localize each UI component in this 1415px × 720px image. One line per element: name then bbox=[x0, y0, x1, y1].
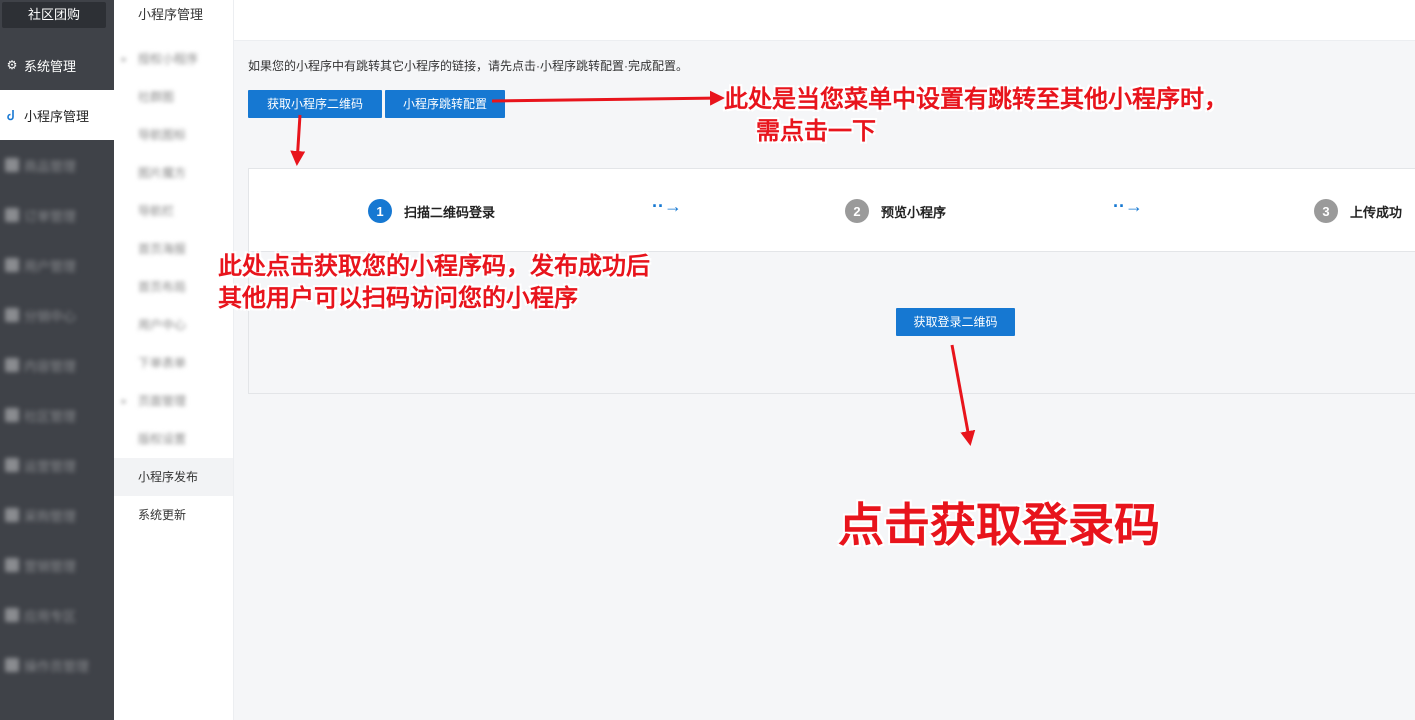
menu-icon bbox=[5, 358, 19, 372]
gear-icon: ⚙ bbox=[6, 58, 18, 72]
step-number: 3 bbox=[1314, 199, 1338, 223]
subnav-item[interactable]: 社群图 bbox=[114, 78, 233, 116]
step-arrow-icon: ··→ bbox=[1113, 196, 1143, 216]
step-label: 扫描二维码登录 bbox=[404, 204, 496, 220]
subnav-item[interactable]: 下单表单 bbox=[114, 344, 233, 382]
nav-item-label: 运营管理 bbox=[24, 458, 77, 474]
nav-item-label: 小程序管理 bbox=[24, 108, 90, 124]
menu-icon bbox=[5, 308, 19, 322]
nav-item-community[interactable]: 社区管理 bbox=[0, 390, 114, 440]
nav-item-label: 采购管理 bbox=[24, 508, 77, 524]
nav-item-distribution[interactable]: 分销中心 bbox=[0, 290, 114, 340]
menu-icon bbox=[5, 508, 19, 522]
subnav-item[interactable]: 版权设置 bbox=[114, 420, 233, 458]
nav-item-label: 社区管理 bbox=[24, 408, 77, 424]
menu-icon bbox=[5, 558, 19, 572]
nav-item-label: 分销中心 bbox=[24, 308, 77, 324]
annotation-qr-note-2: 其他用户可以扫码访问您的小程序 bbox=[218, 284, 578, 312]
annotation-jump-note-1: 此处是当您菜单中设置有跳转至其他小程序时， bbox=[724, 85, 1228, 113]
subnav-item[interactable]: 用户中心 bbox=[114, 306, 233, 344]
link-icon bbox=[5, 108, 19, 122]
subnav-item[interactable]: 导航图标 bbox=[114, 116, 233, 154]
menu-icon bbox=[5, 608, 19, 622]
menu-icon bbox=[5, 458, 19, 472]
nav-item-marketing[interactable]: 营销管理 bbox=[0, 540, 114, 590]
step-label: 上传成功 bbox=[1350, 204, 1403, 220]
subnav-item[interactable]: 首页布局 bbox=[114, 268, 233, 306]
nav-item-apps[interactable]: 应用专区 bbox=[0, 590, 114, 640]
brand-logo[interactable]: 社区团购 bbox=[2, 2, 106, 28]
subnav-item[interactable]: 图片魔方 bbox=[114, 154, 233, 192]
subnav-item[interactable]: 授权小程序 bbox=[114, 40, 233, 78]
nav-item-orders[interactable]: 订单管理 bbox=[0, 190, 114, 240]
nav-item-purchase[interactable]: 采购管理 bbox=[0, 490, 114, 540]
arrow-to-jump-note bbox=[491, 90, 725, 106]
nav-item-label: 营销管理 bbox=[24, 558, 77, 574]
main-nav: ⚙ 系统管理 小程序管理 商品管理 订单管理 用户管理 分销中心 内容管理 社区… bbox=[0, 40, 114, 690]
menu-icon bbox=[5, 208, 19, 222]
nav-item-content[interactable]: 内容管理 bbox=[0, 340, 114, 390]
step-label: 预览小程序 bbox=[881, 204, 947, 220]
step-preview: 2 预览小程序 bbox=[845, 199, 946, 223]
nav-item-goods[interactable]: 商品管理 bbox=[0, 140, 114, 190]
subnav-item-publish[interactable]: 小程序发布 bbox=[114, 458, 233, 496]
annotation-login-note: 点击获取登录码 bbox=[838, 498, 1160, 552]
step-scan-login: 1 扫描二维码登录 bbox=[368, 199, 495, 223]
nav-item-label: 操作员管理 bbox=[24, 658, 90, 674]
subnav-item-update[interactable]: 系统更新 bbox=[114, 496, 233, 534]
step-number: 2 bbox=[845, 199, 869, 223]
nav-item-operations[interactable]: 运营管理 bbox=[0, 440, 114, 490]
menu-icon bbox=[5, 658, 19, 672]
annotation-jump-note-2: 需点击一下 bbox=[756, 117, 876, 145]
get-miniprogram-qr-button[interactable]: 获取小程序二维码 bbox=[248, 90, 382, 118]
nav-item-label: 用户管理 bbox=[24, 258, 77, 274]
nav-item-label: 系统管理 bbox=[24, 58, 77, 74]
step-arrow-icon: ··→ bbox=[652, 196, 682, 216]
nav-item-miniprogram[interactable]: 小程序管理 bbox=[0, 90, 114, 140]
nav-item-operators[interactable]: 操作员管理 bbox=[0, 640, 114, 690]
nav-item-label: 商品管理 bbox=[24, 158, 77, 174]
nav-item-system[interactable]: ⚙ 系统管理 bbox=[0, 40, 114, 90]
subnav-title: 小程序管理 bbox=[138, 7, 204, 22]
step-upload-success: 3 上传成功 bbox=[1314, 199, 1402, 223]
subnav-item[interactable]: 页面管理 bbox=[114, 382, 233, 420]
menu-icon bbox=[5, 408, 19, 422]
nav-item-users[interactable]: 用户管理 bbox=[0, 240, 114, 290]
sub-sidebar: 小程序管理 授权小程序 社群图 导航图标 图片魔方 导航栏 首页海报 首页布局 … bbox=[114, 0, 234, 720]
nav-item-label: 内容管理 bbox=[24, 358, 77, 374]
subnav-item[interactable]: 首页海报 bbox=[114, 230, 233, 268]
nav-item-label: 订单管理 bbox=[24, 208, 77, 224]
get-login-qr-button[interactable]: 获取登录二维码 bbox=[896, 308, 1015, 336]
subnav-item[interactable]: 导航栏 bbox=[114, 192, 233, 230]
jump-config-notice: 如果您的小程序中有跳转其它小程序的链接，请先点击·小程序跳转配置·完成配置。 bbox=[248, 59, 688, 73]
annotation-qr-note-1: 此处点击获取您的小程序码，发布成功后 bbox=[218, 252, 650, 280]
top-bar bbox=[234, 0, 1415, 41]
arrow-to-qr-button bbox=[290, 114, 306, 166]
nav-item-label: 应用专区 bbox=[24, 608, 77, 624]
menu-icon bbox=[5, 258, 19, 272]
step-number: 1 bbox=[368, 199, 392, 223]
menu-icon bbox=[5, 158, 19, 172]
miniprogram-jump-config-button[interactable]: 小程序跳转配置 bbox=[385, 90, 505, 118]
